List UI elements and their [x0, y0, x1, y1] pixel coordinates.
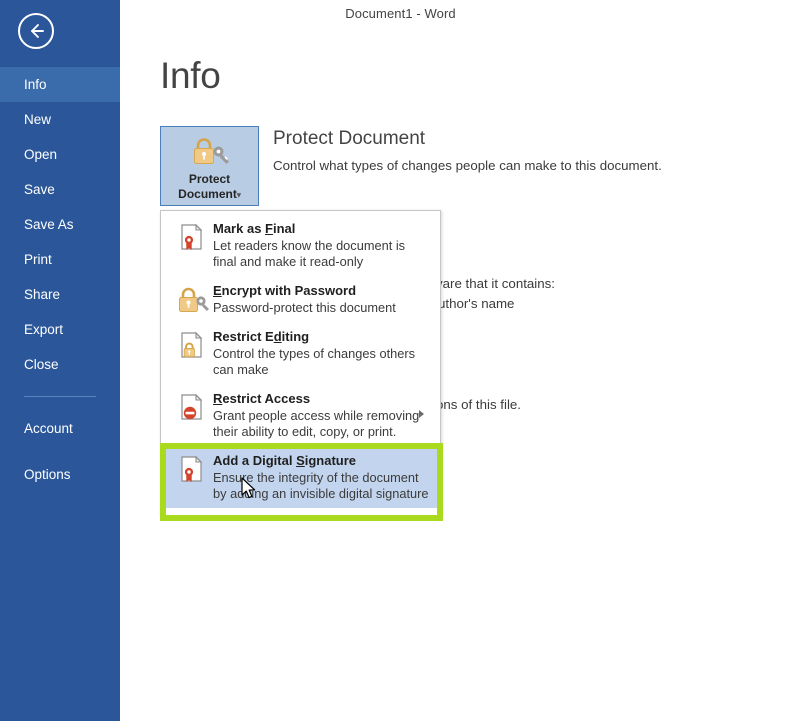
menu-item-restrict-access[interactable]: Restrict Access Grant people access whil… [161, 384, 440, 446]
sidebar-item-label: Options [24, 467, 71, 482]
background-info-text: ons of this file. [436, 397, 521, 412]
sidebar-item-label: Share [24, 287, 61, 302]
menu-item-description: Let readers know the document is final a… [213, 238, 406, 269]
protect-document-description: Control what types of changes people can… [273, 158, 662, 173]
sidebar-item-label: Open [24, 147, 58, 162]
padlock-key-icon [175, 282, 209, 316]
menu-item-encrypt-with-password[interactable]: Encrypt with Password Password-protect t… [161, 276, 440, 322]
sidebar-item-close[interactable]: Close [0, 347, 120, 382]
menu-item-description: Password-protect this document [213, 300, 396, 315]
protect-button-line1: Protect [188, 172, 231, 186]
document-padlock-icon [175, 328, 209, 362]
sidebar-item-new[interactable]: New [0, 102, 120, 137]
menu-item-title: Encrypt with Password [213, 283, 357, 298]
document-seal-icon [175, 220, 209, 254]
sidebar-item-print[interactable]: Print [0, 242, 120, 277]
sidebar-item-label: Print [24, 252, 52, 267]
sidebar-item-account[interactable]: Account [0, 411, 120, 446]
protect-document-heading: Protect Document [273, 128, 426, 149]
menu-item-title: Mark as Final [213, 221, 296, 236]
menu-item-description: Ensure the integrity of the document by … [213, 470, 429, 501]
word-backstage-info-screen: Document1 - Word Info New Open Save Save… [0, 0, 787, 721]
sidebar-divider [24, 396, 96, 397]
protect-document-button[interactable]: Protect Document▾ [160, 126, 259, 206]
menu-item-title: Add a Digital Signature [213, 453, 357, 468]
sidebar-item-label: Account [24, 421, 73, 436]
sidebar-item-label: Info [24, 77, 47, 92]
menu-item-text: Encrypt with Password Password-protect t… [209, 282, 432, 316]
protect-button-line2: Document [178, 187, 237, 201]
document-no-entry-icon [175, 390, 209, 424]
sidebar-item-label: Save [24, 182, 55, 197]
protect-document-dropdown-menu: Mark as Final Let readers know the docum… [160, 210, 441, 516]
sidebar-item-share[interactable]: Share [0, 277, 120, 312]
document-seal-icon [175, 452, 209, 486]
protect-document-button-label: Protect Document▾ [178, 172, 241, 202]
sidebar-item-save[interactable]: Save [0, 172, 120, 207]
page-title: Info [160, 55, 221, 96]
sidebar-item-export[interactable]: Export [0, 312, 120, 347]
back-button[interactable] [18, 13, 54, 49]
menu-item-title: Restrict Editing [213, 329, 310, 344]
backstage-sidebar: Info New Open Save Save As Print Share E… [0, 0, 120, 721]
menu-item-title: Restrict Access [213, 391, 311, 406]
title-bar: Document1 - Word [120, 0, 787, 26]
sidebar-item-save-as[interactable]: Save As [0, 207, 120, 242]
menu-item-add-a-digital-signature[interactable]: Add a Digital Signature Ensure the integ… [161, 446, 440, 508]
sidebar-item-label: Export [24, 322, 64, 337]
sidebar-item-open[interactable]: Open [0, 137, 120, 172]
padlock-key-icon [193, 138, 229, 164]
menu-item-restrict-editing[interactable]: Restrict Editing Control the types of ch… [161, 322, 440, 384]
sidebar-item-info[interactable]: Info [0, 67, 120, 102]
menu-item-text: Add a Digital Signature Ensure the integ… [209, 452, 432, 502]
back-arrow-icon [31, 24, 44, 38]
sidebar-item-options[interactable]: Options [0, 457, 120, 492]
sidebar-item-label: Save As [24, 217, 74, 232]
background-info-text: vare that it contains: [436, 276, 555, 291]
background-info-text: uthor's name [438, 296, 515, 311]
menu-item-text: Restrict Editing Control the types of ch… [209, 328, 432, 378]
menu-item-description: Grant people access while removing their… [213, 408, 420, 439]
menu-item-text: Restrict Access Grant people access whil… [209, 390, 432, 440]
info-pane: Info vare that it contains: uthor's name… [120, 26, 787, 721]
menu-item-mark-as-final[interactable]: Mark as Final Let readers know the docum… [161, 214, 440, 276]
sidebar-item-label: New [24, 112, 52, 127]
menu-item-text: Mark as Final Let readers know the docum… [209, 220, 432, 270]
sidebar-item-label: Close [24, 357, 59, 372]
window-title: Document1 - Word [345, 5, 456, 21]
menu-item-description: Control the types of changes others can … [213, 346, 416, 377]
backstage-nav-list: Info New Open Save Save As Print Share E… [0, 67, 120, 492]
chevron-down-icon: ▾ [236, 190, 241, 200]
protect-button-line2-wrap: Document▾ [178, 187, 241, 202]
chevron-right-icon [419, 410, 424, 418]
